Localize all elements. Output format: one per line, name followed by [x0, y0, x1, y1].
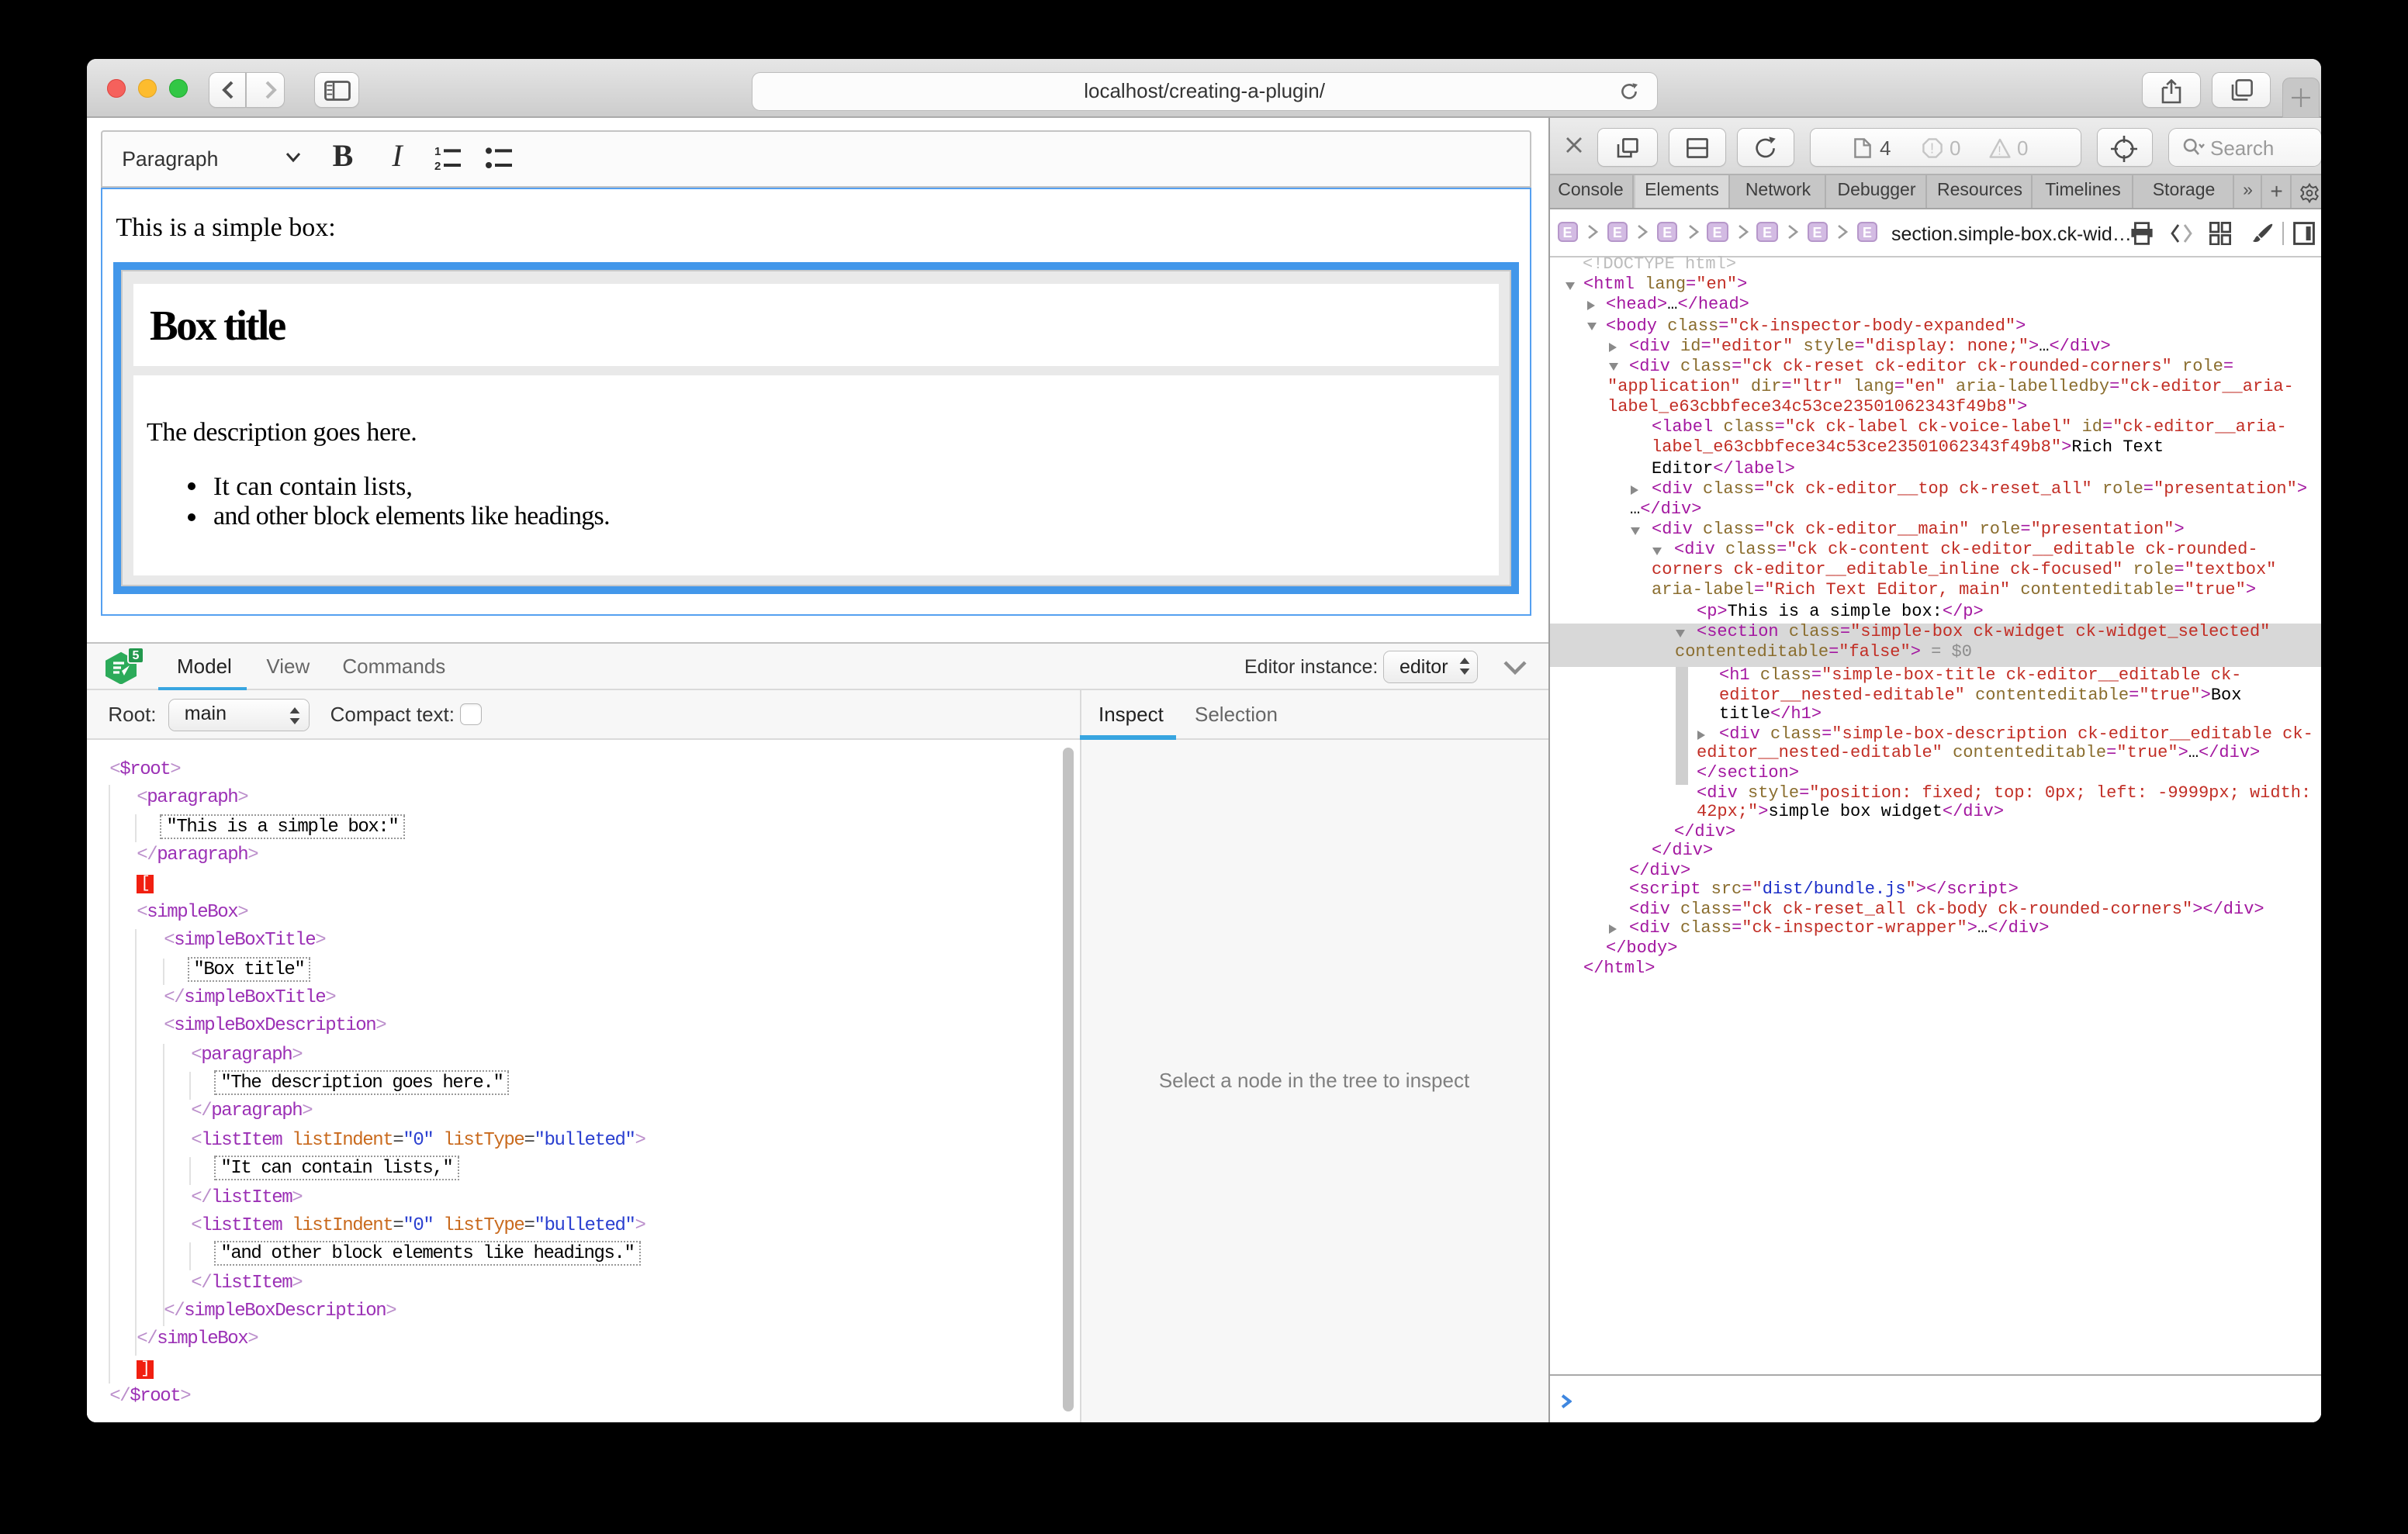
svg-text:!: !	[1929, 140, 1933, 156]
svg-text:1: 1	[434, 145, 441, 158]
svg-text:!: !	[1997, 144, 2000, 157]
svg-text:2: 2	[434, 160, 441, 171]
